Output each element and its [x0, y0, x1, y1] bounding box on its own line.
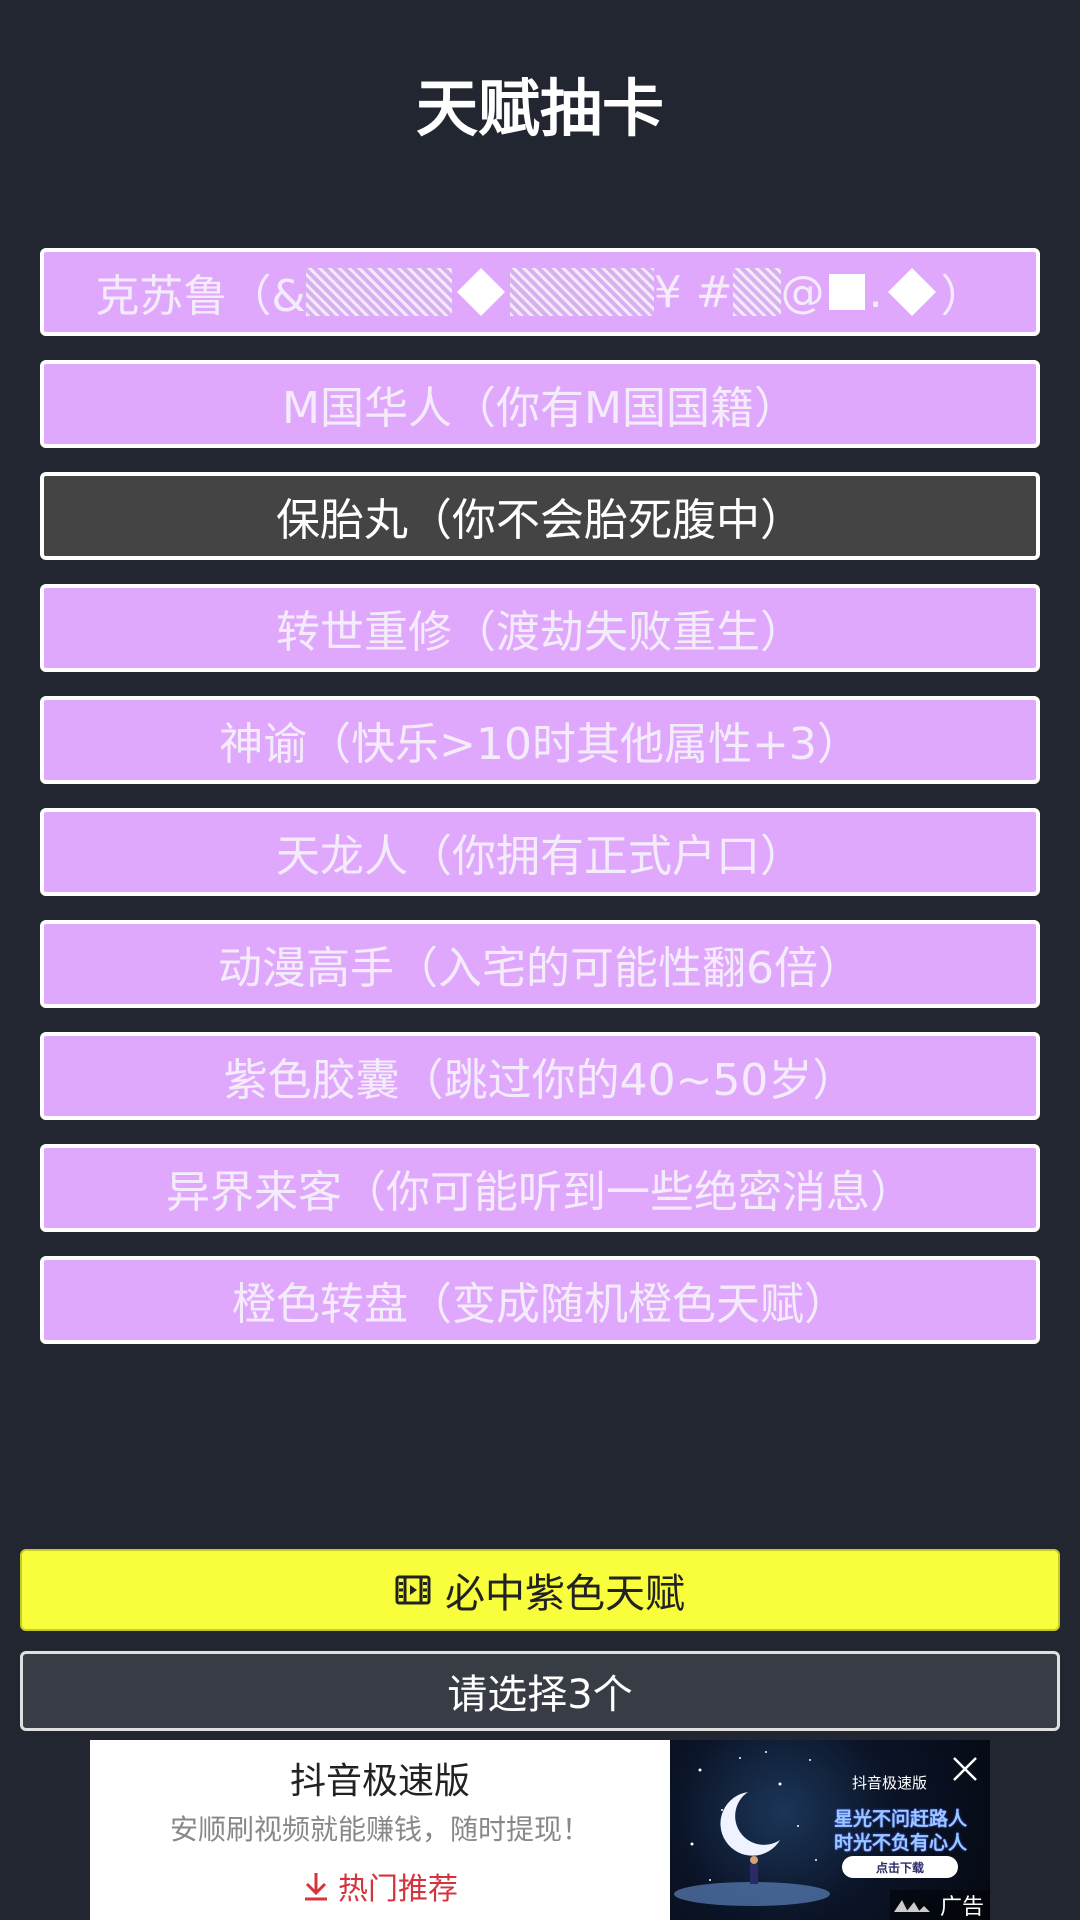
talent-label: M国华人（你有M国国籍） — [282, 383, 798, 434]
talent-card-cthulhu[interactable]: 克苏鲁（& ¥ # @ . ） — [40, 248, 1040, 336]
talent-card[interactable]: 动漫高手（入宅的可能性翻6倍） — [40, 920, 1040, 1008]
ad-image[interactable]: 抖音极速版 星光不问赶路人 时光不负有心人 点击下载 广告 — [670, 1740, 990, 1920]
talent-card[interactable]: 异界来客（你可能听到一些绝密消息） — [40, 1144, 1040, 1232]
choose-three-button[interactable]: 请选择3个 — [20, 1651, 1060, 1731]
ad-label-text: 广告 — [939, 1895, 984, 1920]
talent-label-mid: . — [868, 266, 883, 318]
ad-image-brand: 抖音极速版 — [852, 1774, 928, 1792]
talent-label: 动漫高手（入宅的可能性翻6倍） — [218, 943, 862, 994]
talent-label: 橙色转盘（变成随机橙色天赋） — [232, 1279, 848, 1330]
talent-label-mid: ¥ # — [653, 266, 733, 318]
ad-text-panel[interactable]: 抖音极速版 安顺刷视频就能赚钱，随时提现！ 热门推荐 — [90, 1740, 670, 1920]
ad-cta-link[interactable]: 热门推荐 — [90, 1864, 670, 1908]
ad-cta-label: 热门推荐 — [338, 1872, 458, 1907]
guarantee-purple-button[interactable]: 必中紫色天赋 — [20, 1549, 1060, 1631]
square-glyph — [828, 274, 865, 310]
talent-label-prefix: 克苏鲁（& — [95, 271, 306, 322]
diamond-glyph — [456, 267, 505, 317]
ad-app-name: 抖音极速版 — [289, 1761, 470, 1802]
glitch-block — [732, 268, 781, 316]
glitch-block — [509, 268, 654, 316]
ad-image-slogan: 星光不问赶路人 — [834, 1808, 968, 1830]
download-arrow-icon — [305, 1873, 327, 1901]
talent-label: 转世重修（渡劫失败重生） — [276, 607, 804, 658]
ad-label-badge: 广告 — [889, 1890, 990, 1920]
talent-card[interactable]: 天龙人（你拥有正式户口） — [40, 808, 1040, 896]
ad-image-download-button[interactable]: 点击下载 — [842, 1856, 958, 1878]
diamond-glyph — [887, 267, 936, 317]
talent-label: 紫色胶囊（跳过你的40~50岁） — [223, 1055, 857, 1106]
talent-label: 天龙人（你拥有正式户口） — [276, 831, 804, 882]
film-icon — [395, 1575, 431, 1605]
talent-label: 异界来客（你可能听到一些绝密消息） — [166, 1167, 914, 1218]
page-title: 天赋抽卡 — [415, 72, 664, 145]
talent-card[interactable]: 紫色胶囊（跳过你的40~50岁） — [40, 1032, 1040, 1120]
talent-card[interactable]: 神谕（快乐>10时其他属性+3） — [40, 696, 1040, 784]
talent-label-suffix: ） — [940, 271, 985, 322]
talent-card-selected[interactable]: 保胎丸（你不会胎死腹中） — [40, 472, 1040, 560]
talent-label: 神谕（快乐>10时其他属性+3） — [219, 719, 861, 770]
ad-network-logo-icon — [893, 1900, 930, 1912]
ad-image-slogan: 时光不负有心人 — [834, 1832, 968, 1854]
ad-description: 安顺刷视频就能赚钱，随时提现！ — [169, 1813, 590, 1846]
talent-card[interactable]: M国华人（你有M国国籍） — [40, 360, 1040, 448]
talent-draw-screen: 天赋抽卡 克苏鲁（& ¥ # @ . ） M国华人（你有M国国籍） 保胎丸（你不… — [0, 0, 1080, 1920]
guarantee-purple-label: 必中紫色天赋 — [445, 1571, 685, 1617]
glitch-block — [305, 268, 452, 316]
talent-label: 保胎丸（你不会胎死腹中） — [276, 495, 804, 546]
talent-card[interactable]: 橙色转盘（变成随机橙色天赋） — [40, 1256, 1040, 1344]
talent-card[interactable]: 转世重修（渡劫失败重生） — [40, 584, 1040, 672]
choose-three-label: 请选择3个 — [447, 1672, 633, 1718]
close-icon[interactable] — [950, 1754, 980, 1784]
ad-banner[interactable]: 抖音极速版 安顺刷视频就能赚钱，随时提现！ 热门推荐 抖音极速版 星光不问赶路人… — [90, 1740, 990, 1920]
talent-label-mid: @ — [780, 266, 825, 318]
talent-list: 克苏鲁（& ¥ # @ . ） M国华人（你有M国国籍） 保胎丸（你不会胎死腹中… — [40, 248, 1040, 1368]
